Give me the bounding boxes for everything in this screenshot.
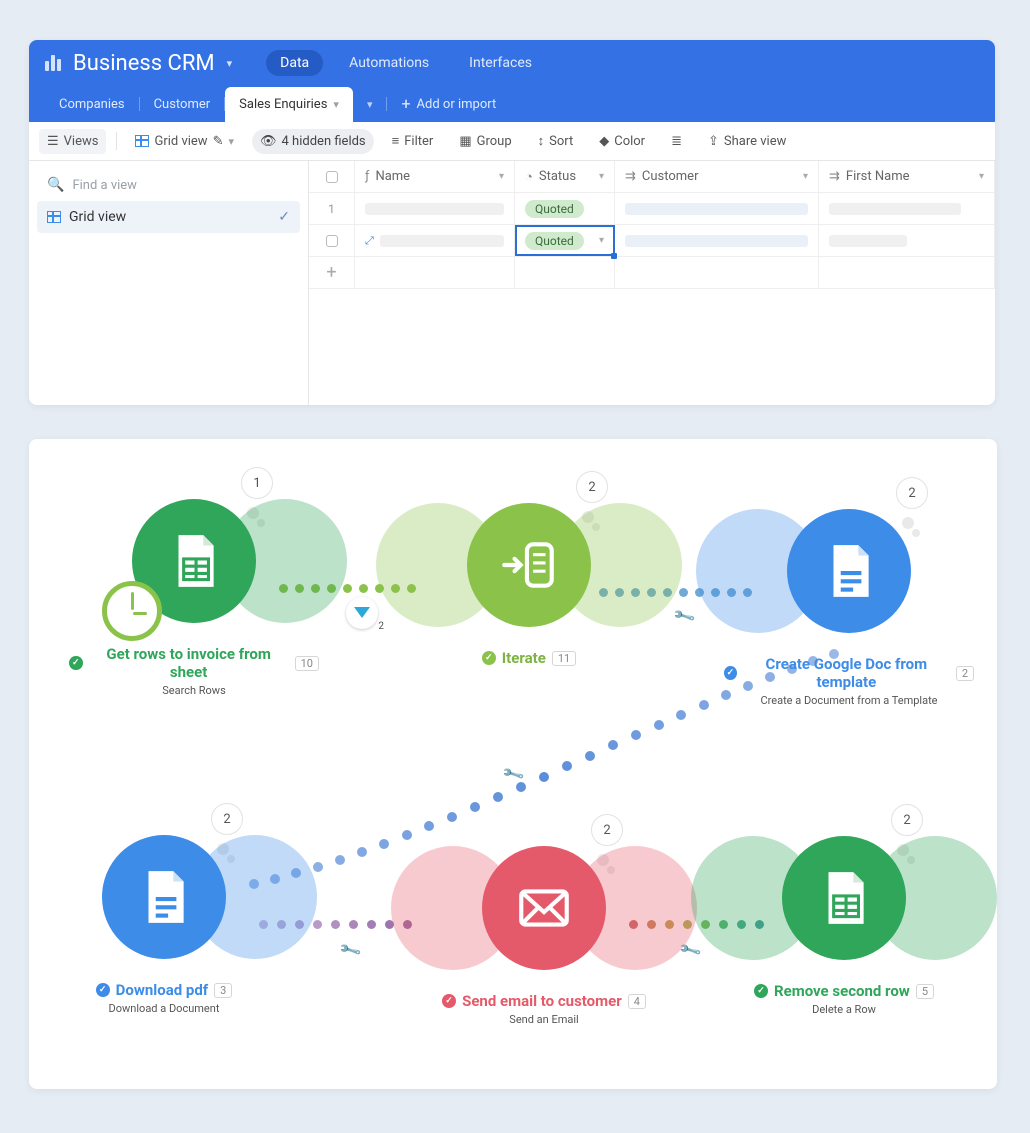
node-badge: 2	[891, 804, 923, 836]
base-logo-icon	[45, 55, 61, 71]
node-create-doc[interactable]: 2 ✓Create Google Doc from template2 Crea…	[724, 509, 974, 707]
tab-dropdown[interactable]: ▾	[353, 87, 387, 122]
group-button[interactable]: ▦ Group	[451, 129, 519, 154]
chevron-down-icon[interactable]: ▾	[803, 171, 808, 182]
chevron-down-icon[interactable]: ▾	[599, 171, 604, 182]
node-badge: 2	[896, 477, 928, 509]
row-checkbox[interactable]	[326, 235, 338, 247]
tab-sales-enquiries[interactable]: Sales Enquiries ▾	[225, 87, 353, 122]
count-badge: 10	[295, 656, 319, 671]
view-toolbar: ☰ Views Grid view ✎ ▾ 👁 4 hidden fields …	[29, 122, 995, 161]
grid-icon	[135, 135, 149, 147]
check-circle-icon: ✓	[69, 656, 83, 670]
chevron-down-icon[interactable]: ▾	[227, 57, 233, 70]
row-height-button[interactable]: ≣	[663, 129, 690, 154]
sheet-icon	[813, 867, 875, 929]
grid-view-button[interactable]: Grid view ✎ ▾	[127, 129, 242, 154]
tab-customer[interactable]: Customer	[140, 87, 225, 122]
views-sidebar: 🔍 Find a view Grid view ✓	[29, 161, 309, 405]
sheet-icon	[163, 530, 225, 592]
check-circle-icon: ✓	[442, 994, 456, 1008]
node-badge: 1	[241, 467, 273, 499]
chevron-down-icon[interactable]: ▾	[333, 98, 339, 111]
grid-icon	[47, 211, 61, 223]
chevron-down-icon[interactable]: ▾	[499, 171, 504, 182]
iterate-icon	[498, 534, 560, 596]
share-view-button[interactable]: ⇪ Share view	[700, 129, 794, 154]
count-badge: 4	[628, 994, 646, 1009]
col-name[interactable]: ƒName▾	[355, 161, 515, 192]
views-button[interactable]: ☰ Views	[39, 129, 106, 154]
data-grid: ƒName▾ ◔Status▾ ⇉Customer▾ ⇉First Name▾ …	[309, 161, 995, 405]
table-tabs: Companies Customer Sales Enquiries ▾ ▾ +…	[29, 86, 995, 122]
node-get-rows[interactable]: 1 ✓Get rows to invoice from sheet10 Sear…	[69, 499, 319, 697]
check-circle-icon: ✓	[482, 651, 496, 665]
wrench-icon[interactable]: 🔧	[672, 604, 697, 629]
hidden-fields-button[interactable]: 👁 4 hidden fields	[252, 129, 374, 154]
check-icon: ✓	[278, 209, 290, 225]
add-label: Add or import	[417, 97, 497, 112]
base-name[interactable]: Business CRM	[73, 51, 215, 76]
sort-button[interactable]: ↕ Sort	[530, 128, 582, 154]
sidebar-view-grid[interactable]: Grid view ✓	[37, 201, 300, 233]
automation-flow: 🔧 2 🔧 🔧 🔧 1 ✓Get rows to invoice from sh…	[29, 439, 997, 1089]
app-header: Business CRM ▾ Data Automations Interfac…	[29, 40, 995, 86]
cell-fill-handle[interactable]	[611, 253, 617, 259]
count-badge: 2	[956, 666, 974, 681]
doc-icon	[133, 866, 195, 928]
check-circle-icon: ✓	[724, 666, 737, 680]
airtable-panel: Business CRM ▾ Data Automations Interfac…	[29, 40, 995, 405]
add-row[interactable]: +	[309, 257, 995, 289]
status-badge[interactable]: Quoted	[525, 200, 584, 218]
node-remove-row[interactable]: 2 ✓Remove second row5 Delete a Row	[719, 836, 969, 1016]
check-circle-icon: ✓	[754, 984, 768, 998]
plus-icon: +	[401, 96, 410, 112]
tab-label: Sales Enquiries	[239, 97, 327, 112]
col-checkbox[interactable]	[309, 161, 355, 192]
chevron-down-icon[interactable]: ▾	[599, 235, 604, 246]
filter-button[interactable]: ≡ Filter	[384, 128, 442, 154]
search-icon: 🔍	[47, 177, 64, 193]
count-badge: 3	[214, 983, 232, 998]
node-iterate[interactable]: 2 ✓Iterate11	[404, 503, 654, 667]
node-badge: 2	[211, 803, 243, 835]
add-or-import[interactable]: + Add or import	[387, 86, 510, 122]
find-view-input[interactable]: 🔍 Find a view	[37, 169, 300, 201]
col-customer[interactable]: ⇉Customer▾	[615, 161, 819, 192]
doc-icon	[818, 540, 880, 602]
count-badge: 5	[916, 984, 934, 999]
clock-icon	[102, 581, 162, 641]
count-badge: 11	[552, 651, 576, 666]
wrench-icon[interactable]: 🔧	[338, 938, 363, 963]
expand-icon[interactable]: ⤢	[365, 234, 374, 248]
filter-node[interactable]: 2	[346, 597, 378, 629]
grid-header: ƒName▾ ◔Status▾ ⇉Customer▾ ⇉First Name▾	[309, 161, 995, 193]
plus-icon: +	[309, 257, 355, 288]
row-number: 1	[328, 202, 335, 216]
color-button[interactable]: ◆ Color	[591, 129, 653, 154]
table-row[interactable]: 1 Quoted	[309, 193, 995, 225]
col-first-name[interactable]: ⇉First Name▾	[819, 161, 995, 192]
node-badge: 2	[576, 471, 608, 503]
node-send-email[interactable]: 2 ✓Send email to customer4 Send an Email	[419, 846, 669, 1026]
node-download-pdf[interactable]: 2 ✓Download pdf3 Download a Document	[39, 835, 289, 1015]
mail-icon	[513, 877, 575, 939]
col-status[interactable]: ◔Status▾	[515, 161, 615, 192]
status-badge[interactable]: Quoted	[525, 232, 584, 250]
chevron-down-icon[interactable]: ▾	[979, 171, 984, 182]
tab-companies[interactable]: Companies	[45, 87, 139, 122]
node-badge: 2	[591, 814, 623, 846]
nav-data[interactable]: Data	[266, 50, 323, 76]
table-row[interactable]: ⤢ Quoted ▾	[309, 225, 995, 257]
check-circle-icon: ✓	[96, 983, 110, 997]
nav-interfaces[interactable]: Interfaces	[455, 50, 546, 76]
nav-automations[interactable]: Automations	[335, 50, 443, 76]
